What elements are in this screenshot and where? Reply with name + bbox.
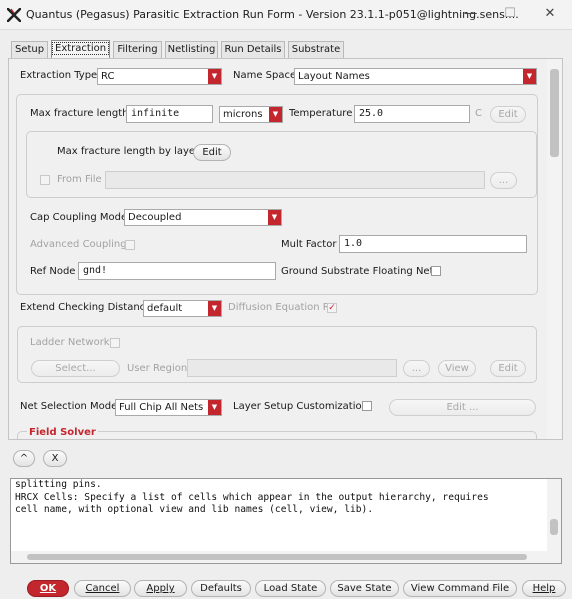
extraction-type-value: RC bbox=[101, 71, 115, 82]
extend-checking-label: Extend Checking Distance bbox=[20, 302, 152, 313]
tab-filtering[interactable]: Filtering bbox=[113, 41, 162, 58]
minimize-button[interactable]: — bbox=[459, 4, 483, 24]
max-fracture-label: Max fracture length bbox=[30, 108, 129, 119]
ref-node-label: Ref Node bbox=[30, 266, 76, 277]
advanced-coupling-label: Advanced Coupling bbox=[30, 239, 127, 250]
name-space-select[interactable]: Layout Names ▼ bbox=[294, 68, 537, 85]
tab-run-details[interactable]: Run Details bbox=[221, 41, 285, 58]
tab-setup[interactable]: Setup bbox=[11, 41, 48, 58]
temperature-label: Temperature bbox=[289, 108, 353, 119]
from-file-input[interactable] bbox=[105, 171, 485, 189]
temperature-edit-button[interactable]: Edit bbox=[490, 106, 526, 123]
chevron-down-icon: ▼ bbox=[268, 210, 281, 225]
ref-node-input[interactable]: gnd! bbox=[78, 262, 276, 280]
net-selection-label: Net Selection Mode bbox=[20, 401, 118, 412]
user-region-edit-button[interactable]: Edit bbox=[490, 360, 526, 377]
mult-factor-label: Mult Factor bbox=[281, 239, 337, 250]
by-layer-label: Max fracture length by layer bbox=[57, 146, 200, 157]
layer-setup-checkbox[interactable] bbox=[362, 401, 372, 411]
help-hscrollbar-thumb[interactable] bbox=[27, 554, 527, 560]
app-logo-icon bbox=[7, 8, 21, 22]
tab-extraction-label: Extraction bbox=[52, 42, 110, 55]
help-hscrollbar[interactable] bbox=[11, 551, 547, 563]
diffusion-label: Diffusion Equation R bbox=[228, 302, 330, 313]
cap-coupling-value: Decoupled bbox=[128, 212, 182, 223]
help-scrollbar[interactable] bbox=[547, 479, 561, 563]
units-value: microns bbox=[223, 109, 263, 120]
maximize-button[interactable]: ☐ bbox=[498, 4, 522, 24]
load-state-button[interactable]: Load State bbox=[255, 580, 326, 597]
net-selection-value: Full Chip All Nets bbox=[119, 402, 204, 413]
view-button[interactable]: View bbox=[438, 360, 476, 377]
units-select[interactable]: microns ▼ bbox=[219, 106, 283, 123]
extend-checking-select[interactable]: default ▼ bbox=[143, 300, 222, 317]
extraction-type-select[interactable]: RC ▼ bbox=[97, 68, 222, 85]
save-state-button[interactable]: Save State bbox=[330, 580, 399, 597]
layer-setup-label: Layer Setup Customization bbox=[233, 401, 368, 412]
name-space-label: Name Space bbox=[233, 70, 297, 81]
by-layer-edit-button[interactable]: Edit bbox=[193, 144, 231, 161]
help-line: splitting pins. bbox=[15, 479, 102, 490]
advanced-coupling-checkbox[interactable] bbox=[125, 240, 135, 250]
ground-substrate-label: Ground Substrate Floating Nets bbox=[281, 266, 439, 277]
extraction-type-label: Extraction Type bbox=[20, 70, 98, 81]
field-solver-label: Field Solver bbox=[27, 427, 98, 438]
tab-extraction[interactable]: Extraction bbox=[51, 40, 110, 58]
ladder-network-label: Ladder Network bbox=[30, 337, 110, 348]
apply-button[interactable]: Apply bbox=[134, 580, 187, 597]
help-line: cell name, with optional view and lib na… bbox=[15, 504, 374, 515]
defaults-button[interactable]: Defaults bbox=[191, 580, 251, 597]
close-button[interactable]: ✕ bbox=[538, 4, 562, 24]
chevron-down-icon: ▼ bbox=[269, 107, 282, 122]
name-space-value: Layout Names bbox=[298, 71, 370, 82]
user-region-label: User Region bbox=[127, 363, 188, 374]
title-bar: Quantus (Pegasus) Parasitic Extraction R… bbox=[0, 0, 572, 30]
tab-netlisting[interactable]: Netlisting bbox=[165, 41, 218, 58]
ground-substrate-checkbox[interactable] bbox=[431, 266, 441, 276]
temperature-input[interactable]: 25.0 bbox=[354, 105, 470, 123]
help-button[interactable]: Help bbox=[522, 580, 566, 597]
user-region-browse-button[interactable]: ... bbox=[403, 360, 430, 377]
extraction-panel: Extraction Type RC ▼ Name Space Layout N… bbox=[8, 58, 563, 440]
from-file-browse-button[interactable]: ... bbox=[490, 172, 517, 189]
help-text-area[interactable]: splitting pins. HRCX Cells: Specify a li… bbox=[10, 478, 562, 564]
select-button[interactable]: Select... bbox=[31, 360, 120, 377]
expand-up-button[interactable]: ^ bbox=[13, 450, 35, 467]
collapse-button[interactable]: X bbox=[43, 450, 67, 467]
ok-button[interactable]: OK bbox=[27, 580, 69, 597]
cap-coupling-select[interactable]: Decoupled ▼ bbox=[124, 209, 282, 226]
net-selection-select[interactable]: Full Chip All Nets ▼ bbox=[115, 399, 222, 416]
chevron-down-icon: ▼ bbox=[208, 301, 221, 316]
user-region-input[interactable] bbox=[187, 359, 397, 377]
panel-scrollbar-thumb[interactable] bbox=[550, 69, 559, 157]
help-line: HRCX Cells: Specify a list of cells whic… bbox=[15, 491, 489, 503]
temperature-unit: C bbox=[475, 108, 482, 119]
chevron-down-icon: ▼ bbox=[208, 69, 221, 84]
ladder-network-checkbox[interactable] bbox=[110, 338, 120, 348]
chevron-down-icon: ▼ bbox=[523, 69, 536, 84]
diffusion-checkbox[interactable]: ✓ bbox=[327, 303, 337, 313]
extend-checking-value: default bbox=[147, 303, 183, 314]
from-file-checkbox[interactable] bbox=[40, 175, 50, 185]
view-command-file-button[interactable]: View Command File bbox=[403, 580, 517, 597]
mult-factor-input[interactable]: 1.0 bbox=[339, 235, 527, 253]
help-scrollbar-thumb[interactable] bbox=[550, 519, 558, 535]
from-file-label: From File bbox=[57, 174, 102, 185]
cancel-button[interactable]: Cancel bbox=[74, 580, 131, 597]
max-fracture-input[interactable]: infinite bbox=[126, 105, 213, 123]
window-title: Quantus (Pegasus) Parasitic Extraction R… bbox=[26, 8, 519, 21]
chevron-down-icon: ▼ bbox=[208, 400, 221, 415]
tab-substrate[interactable]: Substrate bbox=[288, 41, 344, 58]
cap-coupling-label: Cap Coupling Mode bbox=[30, 212, 128, 223]
panel-scrollbar[interactable] bbox=[547, 59, 562, 439]
layer-setup-edit-button[interactable]: Edit ... bbox=[389, 399, 536, 416]
